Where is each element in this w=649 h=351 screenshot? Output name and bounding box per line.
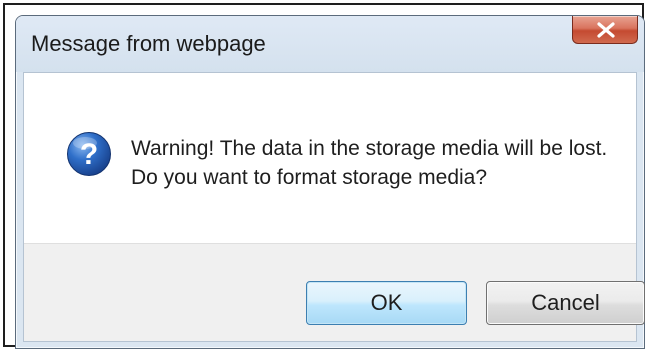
dialog-content: ? Warning! The data in the storage media…	[23, 72, 645, 342]
svg-text:?: ?	[80, 138, 98, 171]
close-button[interactable]	[572, 16, 638, 44]
message-line-1: Warning! The data in the storage media w…	[131, 137, 608, 160]
message-dialog: Message from webpage ? Warning! The data…	[15, 15, 645, 349]
close-icon	[597, 22, 615, 38]
title-bar[interactable]: Message from webpage	[16, 16, 644, 72]
dialog-title: Message from webpage	[31, 31, 266, 56]
message-text: Warning! The data in the storage media w…	[131, 134, 607, 192]
cancel-button[interactable]: Cancel	[486, 281, 645, 325]
message-line-2: Do you want to format storage media?	[131, 166, 488, 189]
screenshot-frame: Message from webpage ? Warning! The data…	[3, 3, 645, 349]
message-area: ? Warning! The data in the storage media…	[24, 73, 636, 244]
question-icon: ?	[67, 132, 111, 176]
ok-button[interactable]: OK	[306, 281, 467, 325]
